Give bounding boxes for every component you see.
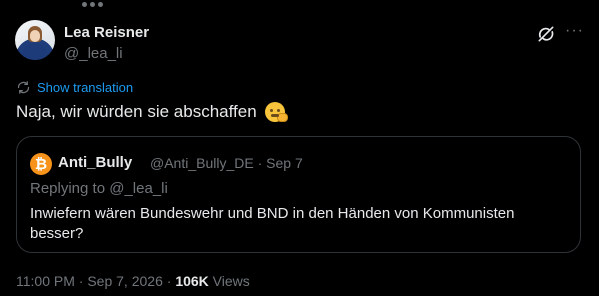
quoted-author-name[interactable]: Anti_Bully <box>58 154 132 171</box>
bitcoin-avatar-icon[interactable]: ₿ <box>30 153 52 175</box>
footer-dot-2: · <box>166 273 172 289</box>
previous-tweet-edge <box>82 0 112 7</box>
date[interactable]: Sep 7, 2026 <box>87 273 163 289</box>
tweet-body: Naja, wir würden sie abschaffen <box>16 102 288 122</box>
quoted-date[interactable]: Sep 7 <box>266 155 303 171</box>
tweet-text: Naja, wir würden sie abschaffen <box>16 102 257 121</box>
more-icon[interactable]: ··· <box>565 22 583 42</box>
replying-to[interactable]: Replying to @_lea_li <box>30 180 168 197</box>
quoted-tweet-card[interactable]: ₿ Anti_Bully @Anti_Bully_DE · Sep 7 Repl… <box>16 136 581 253</box>
grok-icon[interactable] <box>536 24 556 44</box>
show-translation-link[interactable]: Show translation <box>16 80 133 95</box>
quoted-separator: · <box>257 155 263 171</box>
show-translation-label[interactable]: Show translation <box>37 80 133 95</box>
author-name[interactable]: Lea Reisner <box>64 24 149 41</box>
quoted-text: Inwiefern wären Bundeswehr und BND in de… <box>30 205 515 242</box>
tweet-footer: 11:00 PM · Sep 7, 2026 · 106K Views <box>16 273 250 289</box>
quoted-meta: @Anti_Bully_DE · Sep 7 <box>150 155 303 171</box>
quoted-author-handle[interactable]: @Anti_Bully_DE <box>150 155 254 171</box>
translate-icon <box>17 81 30 94</box>
avatar[interactable] <box>15 20 55 60</box>
views-count: 106K <box>175 273 209 289</box>
melting-face-emoji-icon <box>264 102 288 122</box>
timestamp[interactable]: 11:00 PM <box>16 273 75 289</box>
author-handle[interactable]: @_lea_li <box>64 45 123 62</box>
footer-dot-1: · <box>78 273 84 289</box>
views-label: Views <box>212 273 250 289</box>
